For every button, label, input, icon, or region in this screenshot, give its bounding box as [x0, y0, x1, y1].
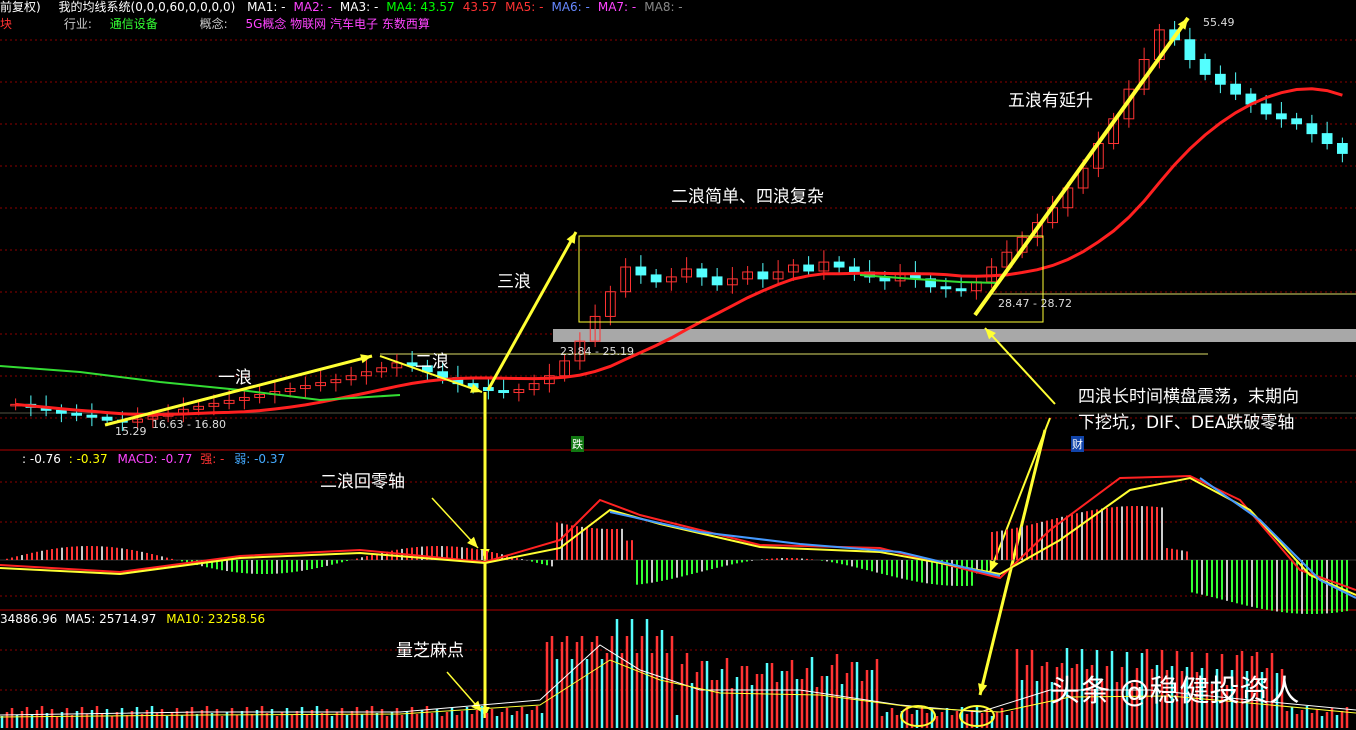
- concept-value[interactable]: 5G概念 物联网 汽车电子 东数西算: [245, 17, 429, 31]
- macd-header: : -0.76 : -0.37 MACD: -0.77 强: - 弱: -0.3…: [22, 452, 285, 466]
- candle-body: [1336, 143, 1348, 154]
- candle-body: [1214, 73, 1226, 85]
- info-row: 块 行业: 通信设备 概念: 5G概念 物联网 汽车电子 东数西算: [0, 17, 430, 31]
- consolidation-box: [578, 235, 1044, 323]
- marker-cai: 财: [1071, 436, 1084, 452]
- header-row: 前复权) 我的均线系统(0,0,0,60,0,0,0,0) MA1: - MA2:…: [0, 0, 683, 14]
- candle-body: [55, 409, 67, 414]
- price-label-range2: 23.84 - 25.19: [560, 345, 634, 358]
- candle-body: [1306, 123, 1318, 135]
- macd-dea: : -0.37: [68, 452, 108, 466]
- annotation-wave1: 一浪: [218, 368, 252, 388]
- candle-body: [635, 266, 647, 276]
- candle-body: [955, 288, 967, 292]
- industry-label: 行业:: [63, 17, 92, 31]
- arrow-macd-break-head: [989, 560, 999, 572]
- arrow-wave3: [486, 231, 578, 391]
- ma-legend-item: MA8: -: [644, 0, 683, 14]
- annotation-wave4-desc-1: 四浪长时间横盘震荡，末期向: [1078, 387, 1299, 407]
- annotation-wave2-zero: 二浪回零轴: [320, 472, 405, 492]
- price-label-high: 55.49: [1203, 16, 1235, 29]
- price-label-range1: 16.63 - 16.80: [152, 418, 226, 431]
- annotation-wave4-desc-2: 下挖坑，DIF、DEA跌破零轴: [1078, 413, 1295, 433]
- candle-body: [1260, 103, 1272, 115]
- candle-body: [1291, 118, 1303, 125]
- concept-label: 概念:: [199, 17, 228, 31]
- candle-body: [1199, 59, 1211, 75]
- watermark: 头条 @稳健投资人: [1050, 674, 1300, 709]
- volume-header: 34886.96 MA5: 25714.97 MA10: 23258.56: [0, 612, 265, 626]
- candle-body: [833, 261, 845, 268]
- macd-dif: : -0.76: [22, 452, 61, 466]
- candle-body: [71, 412, 83, 416]
- annotation-wave3: 三浪: [497, 272, 531, 292]
- block-label: 块: [0, 17, 13, 31]
- macd-weak: 弱: -0.37: [234, 452, 286, 466]
- candle-body: [757, 271, 769, 280]
- annotation-wave5: 五浪有延升: [1008, 91, 1093, 111]
- macd-value: MACD: -0.77: [117, 452, 193, 466]
- candle-body: [650, 274, 662, 283]
- chart-stage: 前复权) 我的均线系统(0,0,0,60,0,0,0,0) MA1: - MA2:…: [0, 0, 1356, 730]
- system-label[interactable]: 我的均线系统(0,0,0,60,0,0,0,0): [59, 0, 236, 14]
- annotation-wave24: 二浪简单、四浪复杂: [671, 187, 824, 207]
- ma-legend-item: MA7: -: [597, 0, 637, 14]
- macd-strong: 强: -: [200, 452, 225, 466]
- candle-body: [940, 286, 952, 290]
- annotation-wave2: 二浪: [415, 352, 449, 372]
- ma-legend-item: MA1: -: [247, 0, 286, 14]
- ma-legend-item: MA3: -: [339, 0, 379, 14]
- candle-body: [848, 266, 860, 273]
- price-label-low: 15.29: [115, 425, 147, 438]
- candle-body: [1230, 83, 1242, 95]
- industry-value[interactable]: 通信设备: [110, 17, 158, 31]
- candle-body: [498, 390, 510, 394]
- ma-legend-item: MA2: -: [293, 0, 332, 14]
- candle-body: [1184, 39, 1196, 61]
- candle-body: [101, 416, 113, 421]
- ma-legend-item: MA6: -: [551, 0, 590, 14]
- candle-body: [86, 414, 98, 418]
- vol-value: 34886.96: [0, 612, 58, 626]
- candle-body: [803, 264, 815, 272]
- ma-legend-item: MA5: -: [505, 0, 544, 14]
- candle-body: [696, 268, 708, 278]
- price-label-range3: 28.47 - 28.72: [998, 297, 1072, 310]
- ma-legend-item: MA4: 43.57: [386, 0, 455, 14]
- annotation-vol-dots: 量芝麻点: [396, 641, 464, 661]
- candle-body: [1275, 113, 1287, 120]
- ma-legend: MA1: - MA2: - MA3: - MA4: 43.57 43.57 MA5: - M…: [239, 0, 683, 14]
- ma-legend-item: 43.57: [462, 0, 498, 14]
- candle-body: [711, 276, 723, 286]
- marker-die: 跌: [571, 436, 584, 452]
- vol-ma5: MA5: 25714.97: [65, 612, 157, 626]
- adjust-label[interactable]: 前复权): [0, 0, 41, 14]
- candle-body: [1321, 133, 1333, 145]
- ma60-line: [15, 87, 1343, 417]
- vol-ma10: MA10: 23258.56: [166, 612, 266, 626]
